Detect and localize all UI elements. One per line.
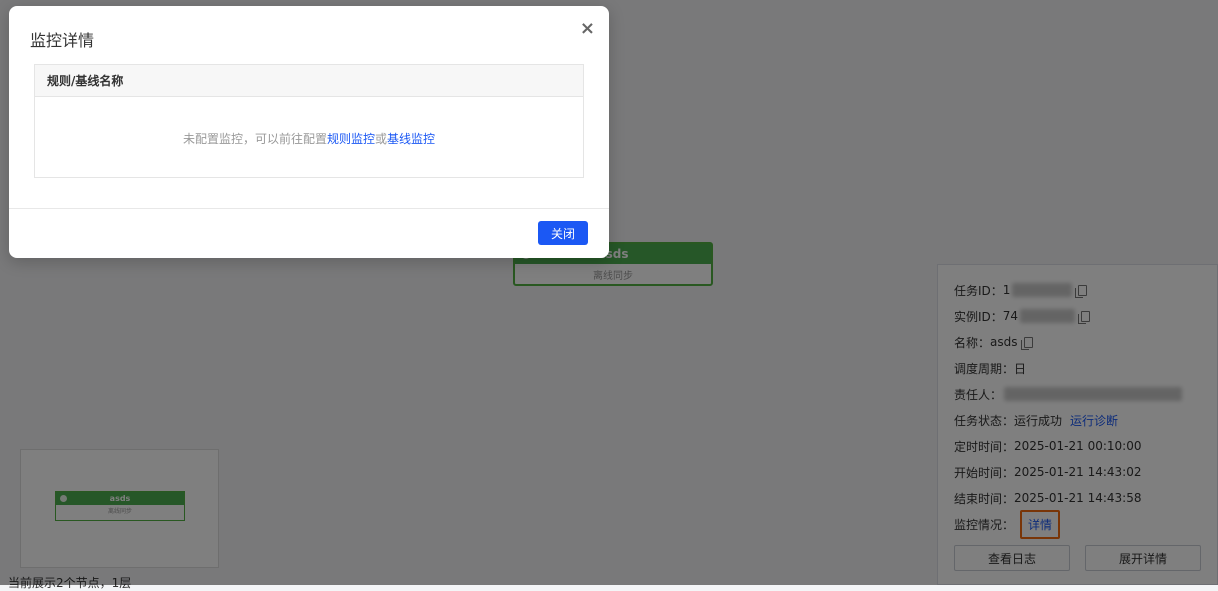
table-header: 规则/基线名称 [35,65,583,97]
close-icon[interactable]: × [580,18,595,39]
empty-message: 未配置监控，可以前往配置 规则监控 或 基线监控 [35,97,583,179]
close-button[interactable]: 关闭 [538,221,588,245]
rule-monitor-link[interactable]: 规则监控 [327,130,375,147]
empty-or: 或 [375,131,388,146]
monitor-detail-modal: 监控详情 × 规则/基线名称 未配置监控，可以前往配置 规则监控 或 基线监控 … [9,6,609,258]
modal-divider [9,208,609,209]
monitor-table: 规则/基线名称 未配置监控，可以前往配置 规则监控 或 基线监控 [34,64,584,178]
modal-title: 监控详情 [30,31,95,50]
baseline-monitor-link[interactable]: 基线监控 [387,130,435,147]
empty-prefix: 未配置监控，可以前往配置 [182,131,327,146]
